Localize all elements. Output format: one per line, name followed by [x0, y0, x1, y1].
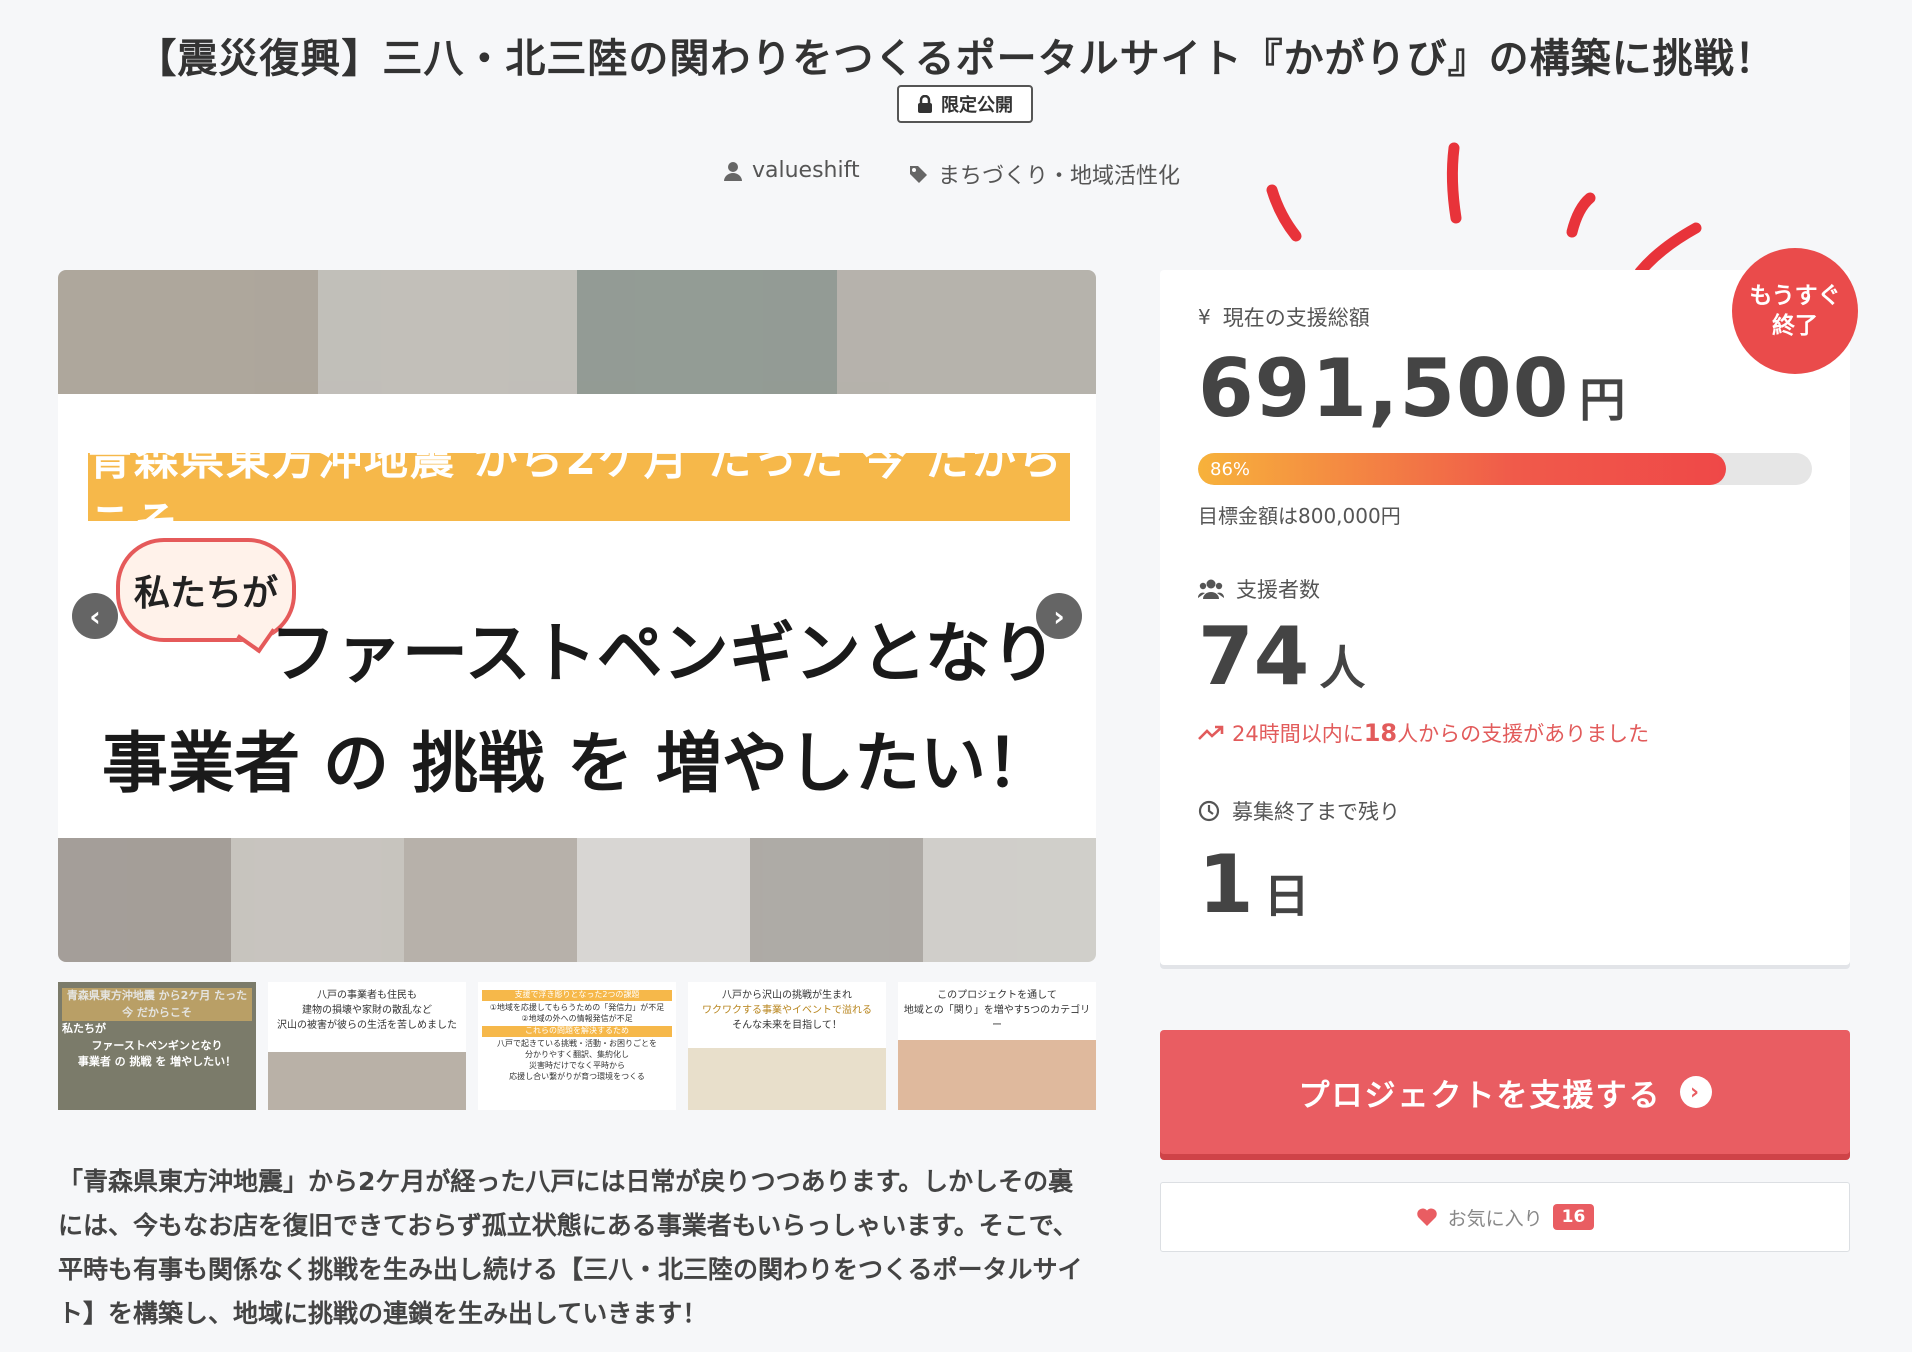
backers-display: 74 人 [1198, 610, 1365, 703]
chevron-right-icon: › [1053, 599, 1065, 633]
project-title: 【震災復興】三八・北三陸の関わりをつくるポータルサイト『かがりび』の構築に挑戦！ [136, 36, 1776, 82]
remaining-value: 1 [1198, 838, 1254, 931]
thumb-text: 青森県東方沖地震 から2ケ月 たった 今 だからこそ [62, 988, 252, 1021]
thumb-text: 地域との「関り」を増やす5つのカテゴリー [903, 1005, 1091, 1031]
thumb-text: これらの問題を解決するため [482, 1026, 672, 1038]
recent-prefix: 24時間以内に [1232, 722, 1364, 746]
hero-headline-2: 事業者 の 挑戦 を 増やしたい！ [102, 725, 1052, 802]
project-description: 「青森県東方沖地震」から2ケ月が経った八戸には日常が戻りつつあります。しかしその… [58, 1167, 1083, 1328]
favorite-count: 16 [1552, 1204, 1595, 1230]
remaining-label-text: 募集終了まで残り [1232, 800, 1400, 824]
heart-icon [1416, 1208, 1437, 1226]
progress-label: 86% [1210, 458, 1251, 480]
owner-name[interactable]: valueshift [752, 158, 860, 183]
recent-support-notice: 24時間以内に18人からの支援がありました [1198, 718, 1649, 748]
amount-label-text: 現在の支援総額 [1222, 306, 1370, 330]
amount-unit: 円 [1579, 373, 1627, 427]
ending-soon-line1: もうすぐ [1749, 283, 1841, 309]
thumb-text: 私たちが [62, 1022, 106, 1035]
thumb-text: 分かりやすく翻訳、集約化し [525, 1049, 629, 1059]
thumb-text: 沢山の被害が彼らの生活を苦しめました [277, 1020, 457, 1031]
progress-bar: 86% [1198, 453, 1812, 485]
project-category[interactable]: まちづくり・地域活性化 [908, 158, 1180, 190]
amount-label: ¥ 現在の支援総額 [1198, 302, 1370, 332]
remaining-display: 1日 [1198, 838, 1310, 931]
thumbnail-illustration [898, 1040, 1096, 1110]
thumbnail-4[interactable]: 八戸から沢山の挑戦が生まれ ワクワクする事業やイベントで溢れる そんな未来を目指… [688, 982, 886, 1110]
thumb-text: ①地域を応援してもらうための「発信力」が不足 [489, 1002, 665, 1012]
support-project-button[interactable]: プロジェクトを支援する › [1160, 1030, 1850, 1154]
favorite-button[interactable]: お気に入り 16 [1160, 1182, 1850, 1252]
amount-value: 691,500 [1198, 342, 1570, 435]
funding-stats-card: ¥ 現在の支援総額 691,500 円 86% 目標金額は800,000円 支援者… [1160, 270, 1850, 965]
lock-icon [918, 95, 932, 113]
amount-display: 691,500 円 [1198, 342, 1626, 435]
thumb-text: 事業者 の 挑戦 を 増やしたい！ [77, 1055, 237, 1068]
backers-value: 74 [1198, 610, 1310, 703]
hero-banner: 青森県東方沖地震 から2ケ月 たった 今 だからこそ [88, 434, 1070, 549]
hero-photo-strip-bottom [58, 838, 1096, 962]
hero-carousel[interactable]: 青森県東方沖地震 から2ケ月 たった 今 だからこそ 私たちが ファーストペンギ… [58, 270, 1096, 962]
thumbnail-1[interactable]: 青森県東方沖地震 から2ケ月 たった 今 だからこそ 私たちが ファーストペンギ… [58, 982, 256, 1110]
thumbnail-illustration [688, 1048, 886, 1110]
hero-headline-1: ファーストペンギンとなり [270, 615, 1057, 692]
thumb-text: 支援で浮き彫りとなった2つの課題 [482, 990, 672, 1001]
trending-up-icon [1198, 725, 1224, 740]
backers-label-text: 支援者数 [1236, 578, 1320, 602]
carousel-prev-button[interactable]: ‹ [72, 593, 118, 639]
thumb-text: ②地域の外への情報発信が不足 [521, 1013, 633, 1023]
users-icon [1198, 579, 1224, 599]
chevron-circle-right-icon: › [1679, 1076, 1712, 1108]
thumbnail-2[interactable]: 八戸の事業者も住民も 建物の損壊や家財の散乱など 沢山の被害が彼らの生活を苦しめ… [268, 982, 466, 1110]
yen-icon: ¥ [1198, 305, 1211, 329]
visibility-badge: 限定公開 [897, 85, 1033, 123]
user-icon [724, 161, 742, 181]
thumb-text: そんな未来を目指して！ [732, 1020, 842, 1031]
goal-amount: 目標金額は800,000円 [1198, 504, 1401, 528]
tag-icon [910, 166, 927, 183]
thumbnail-3[interactable]: 支援で浮き彫りとなった2つの課題 ①地域を応援してもらうための「発信力」が不足 … [478, 982, 676, 1110]
thumb-text: 八戸の事業者も住民も [317, 990, 417, 1001]
thumb-text: 災害時だけでなく平時から [529, 1060, 625, 1070]
thumb-text: ワクワクする事業やイベントで溢れる [702, 1005, 872, 1016]
ending-soon-line2: 終了 [1772, 313, 1818, 339]
chevron-left-icon: ‹ [89, 599, 101, 633]
thumb-text: 建物の損壊や家財の散乱など [302, 1005, 432, 1016]
backers-unit: 人 [1319, 641, 1366, 695]
thumbnail-strip: 青森県東方沖地震 から2ケ月 たった 今 だからこそ 私たちが ファーストペンギ… [58, 982, 1096, 1110]
category-name[interactable]: まちづくり・地域活性化 [938, 158, 1180, 190]
progress-fill: 86% [1198, 453, 1727, 485]
remaining-label: 募集終了まで残り [1198, 796, 1400, 826]
thumb-text: 八戸で起きている挑戦・活動・お困りごとを [497, 1039, 657, 1049]
thumb-text: このプロジェクトを通して [937, 990, 1057, 1001]
recent-suffix: 人からの支援がありました [1397, 722, 1650, 746]
support-button-label: プロジェクトを支援する [1298, 1077, 1662, 1114]
carousel-next-button[interactable]: › [1036, 593, 1082, 639]
visibility-label: 限定公開 [941, 95, 1013, 116]
clock-icon [1198, 800, 1220, 822]
thumbnail-photo [268, 1052, 466, 1110]
remaining-unit: 日 [1263, 869, 1310, 923]
ending-soon-badge: もうすぐ 終了 [1732, 248, 1858, 374]
thumb-text: 応援し合い繋がりが育つ環境をつくる [509, 1071, 645, 1081]
hero-photo-strip-top [58, 270, 1096, 394]
thumb-text: 八戸から沢山の挑戦が生まれ [722, 990, 852, 1001]
project-owner[interactable]: valueshift [724, 158, 860, 183]
thumb-text: ファーストペンギンとなり [91, 1038, 223, 1052]
recent-count: 18 [1363, 719, 1398, 747]
backers-label: 支援者数 [1198, 574, 1320, 604]
favorite-label: お気に入り [1447, 1207, 1543, 1230]
thumbnail-5[interactable]: このプロジェクトを通して 地域との「関り」を増やす5つのカテゴリー [898, 982, 1096, 1110]
